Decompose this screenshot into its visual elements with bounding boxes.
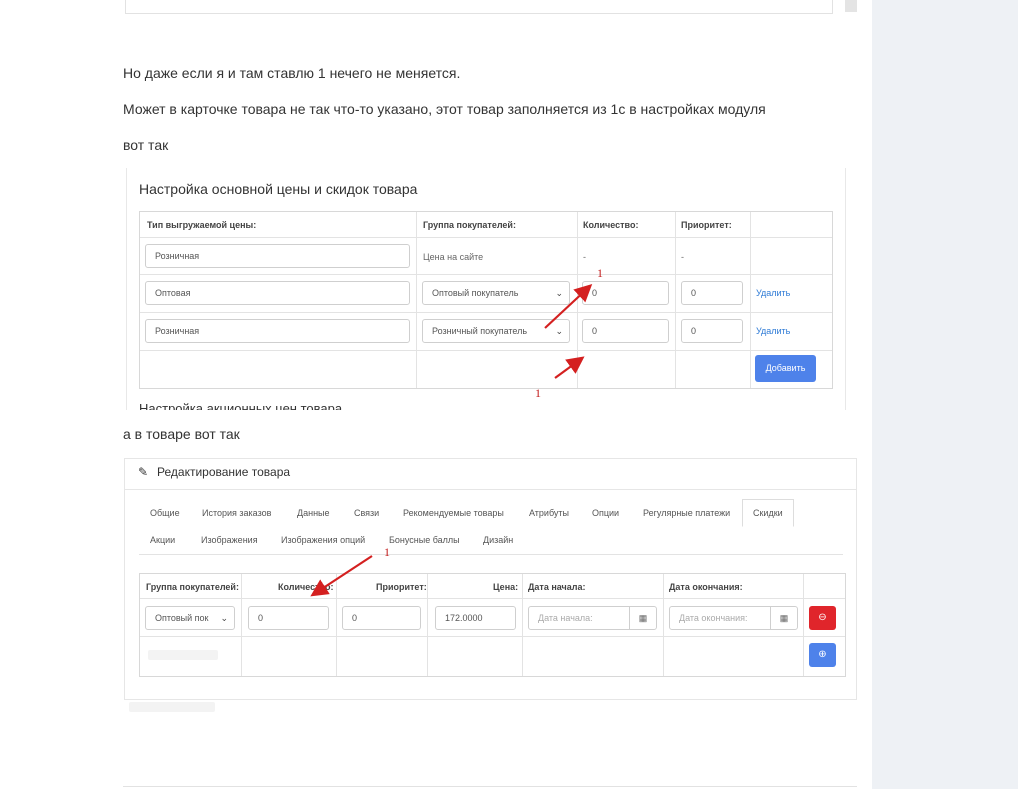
date-end-input[interactable]: Дата окончания: ▦ (669, 606, 798, 630)
group-select[interactable]: Оптовый покупатель ⌄ (422, 281, 570, 305)
tab-attributes[interactable]: Атрибуты (529, 508, 569, 518)
right-sidebar-panel (872, 0, 1018, 789)
annotation-number: 1 (597, 266, 603, 280)
tab-order-history[interactable]: История заказов (202, 508, 271, 518)
post-paragraph-2: Может в карточке товара не так что-то ук… (123, 101, 766, 117)
cut-off-heading: Настройка акционных цен товара (139, 401, 343, 410)
tab-recommended[interactable]: Рекомендуемые товары (403, 508, 504, 518)
module-settings-screenshot: Настройка основной цены и скидок товара … (126, 168, 846, 410)
price-table: Тип выгружаемой цены: Группа покупателей… (139, 211, 833, 389)
annotation-number: 1 (384, 545, 390, 559)
qty-input[interactable]: 0 (582, 319, 669, 343)
header-priority: Приоритет: (376, 582, 427, 592)
product-edit-screenshot: ✎ Редактирование товара Общие История за… (124, 458, 857, 712)
price-type-input[interactable]: Розничная (145, 244, 410, 268)
chevron-down-icon: ⌄ (555, 326, 563, 336)
divider (123, 786, 857, 787)
delete-link[interactable]: Удалить (756, 326, 790, 336)
remove-button[interactable]: ⊖ (809, 606, 836, 630)
priority-input[interactable]: 0 (681, 281, 743, 305)
header-group: Группа покупателей: (423, 220, 516, 230)
post-paragraph-3: вот так (123, 137, 169, 153)
price-type-input[interactable]: Розничная (145, 319, 410, 343)
price-type-input[interactable]: Оптовая (145, 281, 410, 305)
calendar-icon[interactable]: ▦ (629, 607, 656, 629)
tab-recurring[interactable]: Регулярные платежи (643, 508, 730, 518)
group-select-value: Оптовый пок (155, 613, 209, 623)
blurred-area (148, 650, 218, 660)
section-title: Настройка основной цены и скидок товара (139, 181, 418, 197)
date-end-placeholder: Дата окончания: (679, 613, 748, 623)
add-button[interactable]: Добавить (755, 355, 816, 382)
tab-images[interactable]: Изображения (201, 535, 258, 545)
tab-option-images[interactable]: Изображения опций (281, 535, 365, 545)
priority-input[interactable]: 0 (681, 319, 743, 343)
price-input[interactable]: 172.0000 (435, 606, 516, 630)
header-qty: Количество: (583, 220, 639, 230)
panel-header: ✎ Редактирование товара (125, 459, 856, 490)
group-select[interactable]: Оптовый пок ⌄ (145, 606, 235, 630)
tab-general[interactable]: Общие (150, 508, 180, 518)
group-text: Цена на сайте (423, 252, 484, 262)
tab-options[interactable]: Опции (592, 508, 619, 518)
previous-screenshot-edge (125, 0, 833, 14)
qty-input[interactable]: 0 (582, 281, 669, 305)
priority-text: - (681, 252, 684, 262)
tab-discounts[interactable]: Скидки (742, 499, 794, 527)
priority-input[interactable]: 0 (342, 606, 421, 630)
qty-text: - (583, 252, 586, 262)
qty-input[interactable]: 0 (248, 606, 329, 630)
tab-divider (139, 554, 843, 555)
chevron-down-icon: ⌄ (220, 613, 228, 623)
panel-title: Редактирование товара (157, 465, 291, 479)
blurred-area (129, 702, 215, 712)
header-date-end: Дата окончания: (669, 582, 743, 592)
group-select-value: Оптовый покупатель (432, 288, 519, 298)
tab-links[interactable]: Связи (354, 508, 379, 518)
header-price-type: Тип выгружаемой цены: (147, 220, 257, 230)
minus-circle-icon: ⊖ (818, 612, 827, 623)
header-price: Цена: (493, 582, 519, 592)
calendar-icon[interactable]: ▦ (770, 607, 797, 629)
post-paragraph-1: Но даже если я и там ставлю 1 нечего не … (123, 65, 461, 81)
header-group: Группа покупателей: (146, 582, 239, 592)
header-priority: Приоритет: (681, 220, 732, 230)
tab-design[interactable]: Дизайн (483, 535, 513, 545)
annotation-number: 1 (535, 386, 541, 400)
post-paragraph-4: а в товаре вот так (123, 426, 240, 442)
tab-data[interactable]: Данные (297, 508, 330, 518)
delete-link[interactable]: Удалить (756, 288, 790, 298)
date-start-placeholder: Дата начала: (538, 613, 593, 623)
scrollbar-thumb (845, 0, 857, 12)
date-start-input[interactable]: Дата начала: ▦ (528, 606, 657, 630)
discount-table: Группа покупателей: Количество: Приорите… (139, 573, 846, 677)
tab-specials[interactable]: Акции (150, 535, 175, 545)
chevron-down-icon: ⌄ (555, 288, 563, 298)
pencil-icon: ✎ (138, 465, 149, 479)
group-select-value: Розничный покупатель (432, 326, 528, 336)
plus-circle-icon: ⊕ (818, 649, 827, 660)
header-qty: Количество: (278, 582, 334, 592)
group-select[interactable]: Розничный покупатель ⌄ (422, 319, 570, 343)
header-date-start: Дата начала: (528, 582, 586, 592)
add-discount-button[interactable]: ⊕ (809, 643, 836, 667)
tab-bonus-points[interactable]: Бонусные баллы (389, 535, 460, 545)
